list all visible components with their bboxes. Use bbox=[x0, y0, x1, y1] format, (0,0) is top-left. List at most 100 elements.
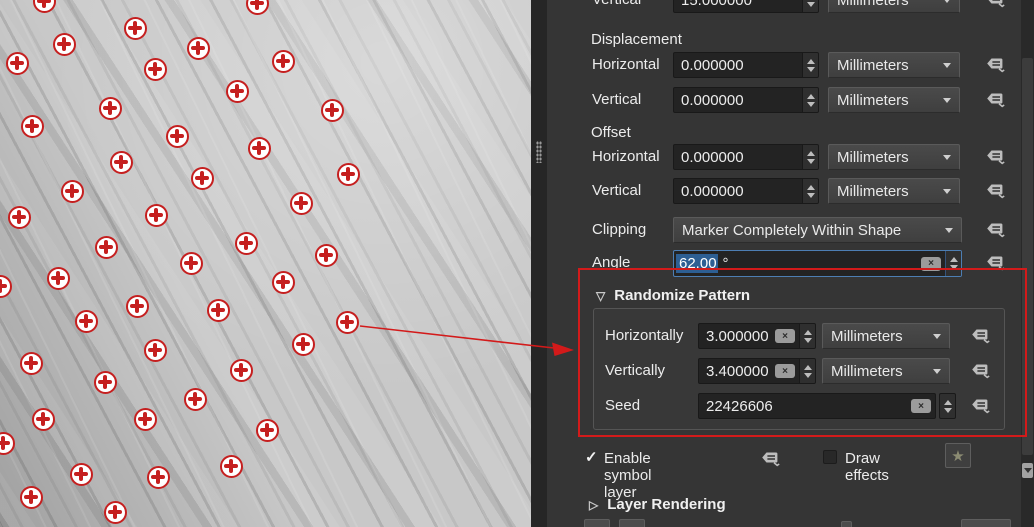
override-icon bbox=[986, 56, 1005, 74]
map-marker bbox=[235, 232, 258, 255]
clear-value-icon[interactable]: × bbox=[775, 364, 795, 378]
bottom-toolbar-button[interactable] bbox=[961, 519, 1011, 527]
unit-combo[interactable]: Millimeters bbox=[828, 178, 960, 204]
enable-symbol-layer-label: Enable symbol layer bbox=[604, 450, 652, 501]
map-marker bbox=[336, 311, 359, 334]
map-canvas[interactable] bbox=[0, 0, 531, 527]
data-defined-override-button[interactable] bbox=[968, 324, 992, 348]
data-defined-override-button[interactable] bbox=[983, 145, 1007, 169]
data-defined-override-button[interactable] bbox=[983, 179, 1007, 203]
data-defined-override-button[interactable] bbox=[968, 394, 992, 418]
enable-symbol-layer-checkbox[interactable]: ✓ bbox=[585, 448, 598, 466]
map-marker bbox=[21, 115, 44, 138]
spinner-arrows[interactable] bbox=[945, 251, 961, 276]
bottom-toolbar-button[interactable] bbox=[841, 521, 852, 527]
clear-value-icon[interactable]: × bbox=[775, 329, 795, 343]
scrollbar-down-button[interactable] bbox=[1022, 463, 1033, 478]
map-marker bbox=[321, 99, 344, 122]
field-label: Vertically bbox=[605, 362, 665, 379]
unit-combo[interactable]: Millimeters bbox=[828, 52, 960, 78]
data-defined-override-button[interactable] bbox=[983, 88, 1007, 112]
clear-value-icon[interactable]: × bbox=[911, 399, 931, 413]
data-defined-override-button[interactable] bbox=[968, 359, 992, 383]
displacement-vertical-input[interactable]: 0.000000 bbox=[673, 87, 819, 113]
randomize-pattern-header[interactable]: ▽Randomize Pattern bbox=[596, 287, 750, 304]
map-marker bbox=[8, 206, 31, 229]
collapse-triangle-icon: ▽ bbox=[596, 289, 605, 303]
chevron-down-icon bbox=[943, 63, 951, 68]
section-label-displacement: Displacement bbox=[591, 31, 682, 48]
spinner-arrows[interactable] bbox=[799, 324, 815, 348]
clipping-combo[interactable]: Marker Completely Within Shape bbox=[673, 217, 962, 243]
spinner-arrows[interactable] bbox=[802, 88, 818, 112]
data-defined-override-button[interactable] bbox=[983, 251, 1007, 275]
panel-scrollbar[interactable] bbox=[1021, 0, 1034, 527]
seed-input[interactable]: 22426606 × bbox=[698, 393, 936, 419]
clear-value-icon[interactable]: × bbox=[921, 257, 941, 271]
map-marker bbox=[20, 352, 43, 375]
map-marker bbox=[290, 192, 313, 215]
field-label: Clipping bbox=[592, 221, 646, 238]
override-icon bbox=[986, 254, 1005, 272]
map-marker bbox=[53, 33, 76, 56]
map-marker bbox=[20, 486, 43, 509]
triangle-down-icon bbox=[1024, 468, 1032, 473]
map-marker bbox=[226, 80, 249, 103]
distance-vertical-input[interactable]: 15.000000 bbox=[673, 0, 819, 13]
map-marker bbox=[220, 455, 243, 478]
field-label: Horizontal bbox=[592, 148, 660, 165]
section-label-offset: Offset bbox=[591, 124, 631, 141]
offset-horizontal-input[interactable]: 0.000000 bbox=[673, 144, 819, 170]
spinner-arrows[interactable] bbox=[802, 53, 818, 77]
collapse-triangle-icon: ▷ bbox=[589, 498, 598, 512]
spinner-arrows[interactable] bbox=[802, 145, 818, 169]
unit-combo[interactable]: Millimeters bbox=[828, 144, 960, 170]
panel-splitter[interactable] bbox=[531, 0, 547, 527]
data-defined-override-button[interactable] bbox=[983, 218, 1007, 242]
map-marker bbox=[6, 52, 29, 75]
displacement-horizontal-input[interactable]: 0.000000 bbox=[673, 52, 819, 78]
map-marker bbox=[32, 408, 55, 431]
angle-input[interactable]: 62.00 ° × bbox=[673, 250, 962, 277]
unit-combo[interactable]: Millimeters bbox=[828, 0, 960, 13]
override-icon bbox=[971, 362, 990, 380]
offset-vertical-input[interactable]: 0.000000 bbox=[673, 178, 819, 204]
layer-rendering-header[interactable]: ▷Layer Rendering bbox=[589, 496, 726, 513]
randomize-vertically-input[interactable]: 3.400000 × bbox=[698, 358, 816, 384]
bottom-toolbar-button[interactable] bbox=[584, 519, 610, 527]
scrollbar-thumb[interactable] bbox=[1022, 58, 1033, 455]
map-marker bbox=[272, 50, 295, 73]
map-marker bbox=[145, 204, 168, 227]
override-icon bbox=[986, 0, 1005, 9]
data-defined-override-button[interactable] bbox=[983, 0, 1007, 12]
unit-combo[interactable]: Millimeters bbox=[822, 323, 950, 349]
unit-combo[interactable]: Millimeters bbox=[822, 358, 950, 384]
data-defined-override-button[interactable] bbox=[983, 53, 1007, 77]
chevron-down-icon bbox=[943, 189, 951, 194]
map-marker bbox=[248, 137, 271, 160]
spinner-arrows[interactable] bbox=[939, 393, 956, 419]
map-marker bbox=[134, 408, 157, 431]
unit-combo[interactable]: Millimeters bbox=[828, 87, 960, 113]
spinner-arrows[interactable] bbox=[799, 359, 815, 383]
map-marker bbox=[292, 333, 315, 356]
map-marker bbox=[0, 432, 15, 455]
map-marker bbox=[0, 275, 12, 298]
map-marker bbox=[166, 125, 189, 148]
map-marker bbox=[33, 0, 56, 13]
override-icon bbox=[971, 397, 990, 415]
randomize-horizontally-input[interactable]: 3.000000 × bbox=[698, 323, 816, 349]
map-marker bbox=[256, 419, 279, 442]
draw-effects-checkbox[interactable] bbox=[823, 450, 837, 464]
data-defined-override-button[interactable] bbox=[758, 447, 782, 471]
spinner-arrows[interactable] bbox=[802, 0, 818, 12]
draw-effects-star-button[interactable]: ★ bbox=[945, 443, 971, 468]
bottom-toolbar-button[interactable] bbox=[619, 519, 645, 527]
map-marker bbox=[315, 244, 338, 267]
map-marker bbox=[184, 388, 207, 411]
map-marker bbox=[207, 299, 230, 322]
map-marker bbox=[144, 58, 167, 81]
spinner-arrows[interactable] bbox=[802, 179, 818, 203]
map-marker bbox=[187, 37, 210, 60]
map-marker bbox=[99, 97, 122, 120]
